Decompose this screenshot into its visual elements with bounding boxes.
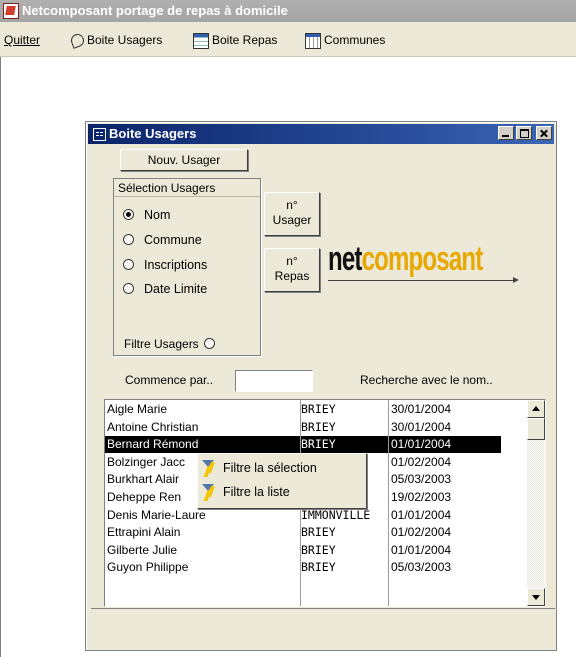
menu-boite-repas[interactable]: Boite Repas <box>193 32 278 49</box>
form-window-icon <box>93 128 106 141</box>
filter-lightning-icon <box>202 484 218 498</box>
date-cell: 01/01/2004 <box>391 437 452 452</box>
menu-boite-usagers[interactable]: Boite Usagers <box>68 32 162 48</box>
date-cell: 01/02/2004 <box>391 454 452 469</box>
commune-cell: BRIEY <box>301 525 336 540</box>
radio-selected-icon <box>123 209 134 220</box>
menu-filter-selection[interactable]: Filtre la sélection <box>202 457 317 479</box>
window-title-bar[interactable]: Boite Usagers <box>88 124 554 144</box>
commune-cell: BRIEY <box>301 542 336 557</box>
filtre-usagers-option[interactable]: Filtre Usagers <box>124 337 215 351</box>
date-cell: 01/01/2004 <box>391 542 452 557</box>
name-cell: Antoine Christian <box>107 419 199 434</box>
window-title: Boite Usagers <box>109 126 197 141</box>
window-footer <box>91 608 555 637</box>
logo-net: net <box>328 240 362 278</box>
radio-icon <box>123 259 134 270</box>
minimize-button[interactable] <box>498 126 514 140</box>
n-usager-button[interactable]: n° Usager <box>264 192 320 236</box>
filtre-usagers-label: Filtre Usagers <box>124 337 199 351</box>
menu-communes-label: Communes <box>324 33 386 47</box>
list-row[interactable]: Guyon Philippe BRIEY 05/03/2003 <box>105 559 501 576</box>
scroll-down-arrow-icon[interactable] <box>527 588 545 606</box>
scrollbar-thumb[interactable] <box>527 418 545 440</box>
starts-with-input[interactable] <box>235 370 313 392</box>
date-cell: 30/01/2004 <box>391 402 452 416</box>
date-cell: 05/03/2003 <box>391 472 452 487</box>
date-cell: 01/02/2004 <box>391 525 452 540</box>
menu-boite-repas-label: Boite Repas <box>212 33 278 47</box>
list-row[interactable]: Gilberte Julie BRIEY 01/01/2004 <box>105 542 501 559</box>
radio-icon <box>123 283 134 294</box>
menu-bar: Quitter Boite Usagers Boite Repas Commun… <box>0 22 576 57</box>
name-cell: Denis Marie-Laure <box>107 507 206 522</box>
menu-filter-list[interactable]: Filtre la liste <box>202 481 290 503</box>
name-cell: Bernard Rémond <box>107 437 199 452</box>
list-row[interactable]: Bernard Rémond BRIEY 01/01/2004 <box>105 436 501 454</box>
window-body: Nouv. Usager Sélection Usagers Nom Commu… <box>88 144 555 648</box>
n-repas-label: n° Repas <box>274 254 310 283</box>
radio-date-limite[interactable]: Date Limite <box>123 281 207 297</box>
filter-lightning-icon <box>202 460 218 474</box>
commune-cell: IMMONVILLE <box>301 507 371 522</box>
commune-cell: BRIEY <box>301 402 336 416</box>
form-icon <box>193 32 209 49</box>
date-cell: 05/03/2003 <box>391 560 452 575</box>
boite-usagers-window: Boite Usagers Nouv. Usager Sélection Usa… <box>85 121 557 651</box>
starts-with-label: Commence par.. <box>125 373 214 387</box>
new-usager-button[interactable]: Nouv. Usager <box>120 149 248 171</box>
radio-icon <box>123 234 134 245</box>
menu-filter-selection-label: Filtre la sélection <box>223 461 317 475</box>
logo-composant: composant <box>361 240 484 278</box>
context-menu: Filtre la sélection Filtre la liste <box>197 453 367 509</box>
list-row[interactable]: Aigle Marie BRIEY 30/01/2004 <box>105 401 501 418</box>
name-cell: Aigle Marie <box>107 402 168 416</box>
n-usager-label: n° Usager <box>272 198 312 227</box>
vertical-scrollbar[interactable] <box>527 400 545 606</box>
date-cell: 01/01/2004 <box>391 507 452 522</box>
radio-nom[interactable]: Nom <box>123 207 170 223</box>
scroll-up-arrow-icon[interactable] <box>527 400 545 418</box>
list-row[interactable]: Ettrapini Alain BRIEY 01/02/2004 <box>105 524 501 541</box>
menu-boite-usagers-label: Boite Usagers <box>87 33 163 47</box>
list-icon <box>305 32 321 49</box>
pen-icon <box>68 34 84 48</box>
n-repas-button[interactable]: n° Repas <box>264 248 320 292</box>
radio-icon <box>203 338 215 349</box>
radio-inscriptions-label: Inscriptions <box>144 258 208 272</box>
name-cell: Gilberte Julie <box>107 542 178 557</box>
name-cell: Ettrapini Alain <box>107 525 181 540</box>
close-button[interactable] <box>536 126 552 140</box>
maximize-button[interactable] <box>516 126 532 140</box>
menu-communes[interactable]: Communes <box>305 32 386 49</box>
date-cell: 19/02/2003 <box>391 490 452 504</box>
search-by-name-label: Recherche avec le nom.. <box>360 373 493 387</box>
netcomposant-logo: netcomposant <box>328 240 528 284</box>
column-divider <box>388 400 389 606</box>
radio-commune-label: Commune <box>144 233 202 247</box>
list-row[interactable]: Antoine Christian BRIEY 30/01/2004 <box>105 419 501 436</box>
radio-inscriptions[interactable]: Inscriptions <box>123 257 207 273</box>
radio-date-limite-label: Date Limite <box>144 282 208 296</box>
radio-nom-label: Nom <box>144 208 171 222</box>
selection-group-title: Sélection Usagers <box>114 179 260 197</box>
commune-cell: BRIEY <box>301 419 336 434</box>
app-title: Netcomposant portage de repas à domicile <box>22 3 288 18</box>
commune-cell: BRIEY <box>301 560 336 575</box>
quit-label: Quitter <box>4 33 41 47</box>
selection-group: Sélection Usagers Nom Commune Inscriptio… <box>113 178 261 356</box>
menu-filter-list-label: Filtre la liste <box>223 485 290 499</box>
list-row[interactable]: Denis Marie-Laure IMMONVILLE 01/01/2004 <box>105 507 501 524</box>
quit-menu-item[interactable]: Quitter <box>4 32 40 48</box>
radio-commune[interactable]: Commune <box>123 232 202 248</box>
date-cell: 30/01/2004 <box>391 419 452 434</box>
logo-arrow-line <box>328 277 519 283</box>
app-title-bar: Netcomposant portage de repas à domicile <box>0 0 576 22</box>
commune-cell: BRIEY <box>301 437 336 452</box>
name-cell: Guyon Philippe <box>107 560 189 575</box>
app-icon <box>3 3 19 19</box>
